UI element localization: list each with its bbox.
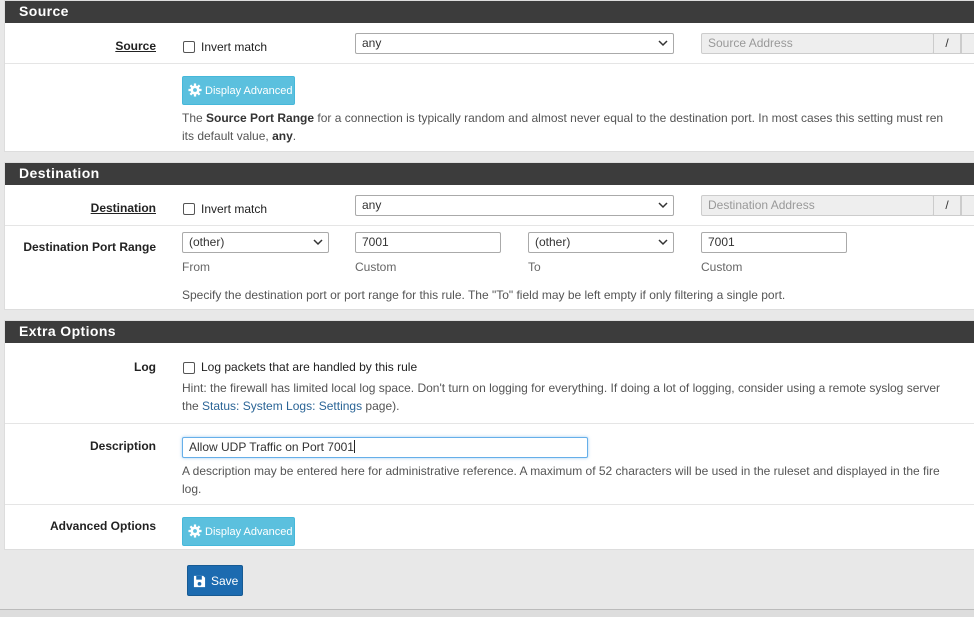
page-footer-edge: [0, 609, 974, 617]
destination-type-value: any: [362, 198, 382, 212]
destination-address-placeholder: Destination Address: [708, 198, 815, 212]
port-from-select-value: (other): [189, 235, 225, 249]
chevron-down-icon: [658, 40, 668, 47]
source-address-input[interactable]: Source Address: [701, 33, 934, 54]
destination-type-select[interactable]: any: [355, 195, 674, 216]
custom-caption-from: Custom: [355, 260, 397, 274]
source-address-placeholder: Source Address: [708, 36, 793, 50]
source-mask-select[interactable]: [961, 33, 974, 54]
chevron-down-icon: [313, 239, 323, 246]
destination-label: Destination: [90, 201, 156, 215]
port-from-custom-input[interactable]: 7001: [355, 232, 501, 253]
source-help-line2-end: .: [292, 129, 297, 143]
source-heading: Source: [5, 1, 974, 23]
destination-port-row: Destination Port Range (other) 7001 (oth…: [5, 227, 974, 311]
system-logs-settings-link[interactable]: Status: System Logs: Settings: [202, 399, 362, 413]
port-to-select-value: (other): [535, 235, 571, 249]
to-caption: To: [528, 260, 541, 274]
from-caption: From: [182, 260, 210, 274]
save-label: Save: [211, 574, 239, 588]
advanced-display-advanced-label: Display Advanced: [205, 526, 293, 538]
source-help-mid: for a connection is typically random and…: [314, 111, 944, 125]
log-row: Log Log packets that are handled by this…: [5, 344, 974, 424]
destination-mask-select[interactable]: [961, 195, 974, 216]
advanced-options-row: Advanced Options Display Advanced: [5, 506, 974, 551]
save-button[interactable]: Save: [187, 565, 243, 596]
destination-invert-label: Invert match: [201, 202, 268, 216]
log-hint-line2-pre: the: [182, 399, 203, 413]
port-from-select[interactable]: (other): [182, 232, 329, 253]
destination-port-help: Specify the destination port or port ran…: [182, 288, 786, 302]
destination-invert-checkbox[interactable]: [183, 203, 195, 215]
description-input-value: Allow UDP Traffic on Port 7001: [189, 440, 354, 454]
description-help-line2: log.: [182, 482, 202, 496]
log-hint: Hint: the firewall has limited local log…: [182, 379, 940, 415]
custom-caption-to: Custom: [701, 260, 743, 274]
source-display-advanced-label: Display Advanced: [205, 85, 293, 97]
port-to-select[interactable]: (other): [528, 232, 674, 253]
advanced-options-label: Advanced Options: [49, 519, 156, 533]
source-invert-label: Invert match: [201, 40, 268, 54]
source-help-line2-pre: its default value,: [182, 129, 273, 143]
destination-port-range-label: Destination Port Range: [23, 240, 156, 254]
log-label: Log: [134, 360, 156, 374]
source-invert-checkbox[interactable]: [183, 41, 195, 53]
destination-heading: Destination: [5, 163, 974, 185]
source-help-pre: The: [182, 111, 207, 125]
gear-icon: [188, 524, 202, 538]
source-port-help: The Source Port Range for a connection i…: [182, 109, 943, 145]
source-help-bold: Source Port Range: [206, 111, 315, 125]
port-from-custom-value: 7001: [362, 235, 389, 249]
extra-options-heading: Extra Options: [5, 321, 974, 343]
floppy-disk-icon: [193, 575, 206, 588]
source-help-line2-bold: any: [272, 129, 293, 143]
source-mask-separator: /: [933, 33, 961, 54]
description-input[interactable]: Allow UDP Traffic on Port 7001: [182, 437, 588, 458]
log-checkbox[interactable]: [183, 362, 195, 374]
port-to-custom-input[interactable]: 7001: [701, 232, 847, 253]
gear-icon: [188, 83, 202, 97]
description-row: Description Allow UDP Traffic on Port 70…: [5, 425, 974, 505]
description-help: A description may be entered here for ad…: [182, 462, 940, 498]
source-display-advanced-button[interactable]: Display Advanced: [182, 76, 295, 105]
port-to-custom-value: 7001: [708, 235, 735, 249]
destination-address-input[interactable]: Destination Address: [701, 195, 934, 216]
extra-options-panel: Extra Options Log Log packets that are h…: [4, 320, 974, 550]
description-help-line1: A description may be entered here for ad…: [182, 464, 940, 478]
advanced-display-advanced-button[interactable]: Display Advanced: [182, 517, 295, 546]
chevron-down-icon: [658, 202, 668, 209]
source-panel: Source Source Invert match any Source Ad…: [4, 0, 974, 152]
log-hint-line2-end: page).: [362, 399, 400, 413]
source-label: Source: [115, 39, 156, 53]
text-cursor: [353, 440, 355, 453]
source-type-value: any: [362, 36, 382, 50]
description-label: Description: [89, 439, 156, 453]
source-type-select[interactable]: any: [355, 33, 674, 54]
log-checkbox-label: Log packets that are handled by this rul…: [201, 360, 418, 374]
source-row: Source Invert match any Source Address /: [5, 24, 974, 64]
log-hint-line1: Hint: the firewall has limited local log…: [182, 381, 941, 395]
destination-mask-separator: /: [933, 195, 961, 216]
chevron-down-icon: [658, 239, 668, 246]
destination-panel: Destination Destination Invert match any…: [4, 162, 974, 310]
source-advanced-row: Display Advanced The Source Port Range f…: [5, 65, 974, 153]
destination-row: Destination Invert match any Destination…: [5, 186, 974, 226]
